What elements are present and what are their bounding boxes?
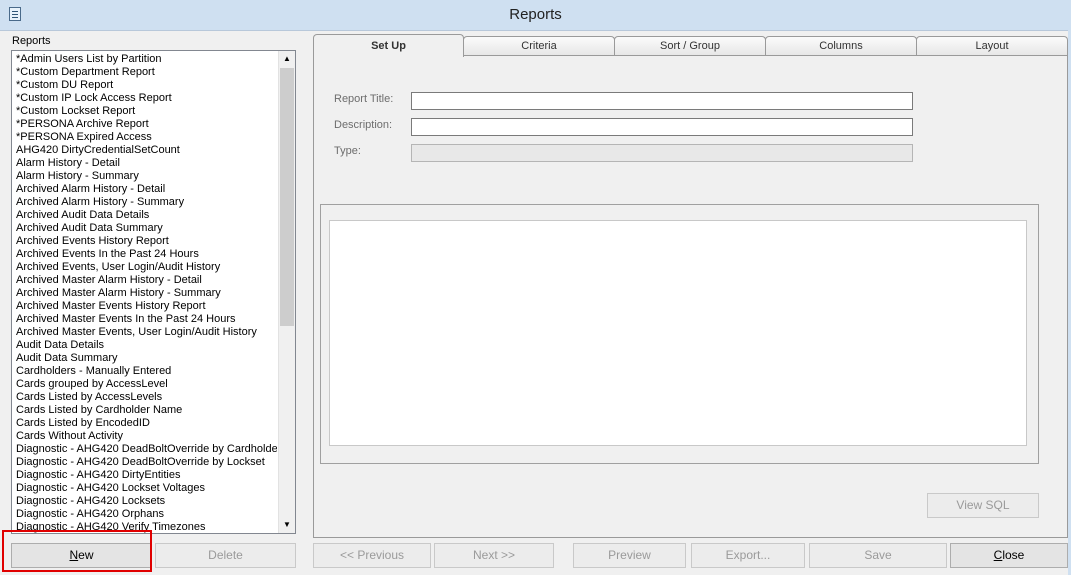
reports-scrollbar[interactable]: ▲ ▼ xyxy=(278,51,295,533)
next-button[interactable]: Next >> xyxy=(434,543,554,568)
report-list-item[interactable]: Archived Master Events History Report xyxy=(16,300,277,313)
report-list-item[interactable]: Diagnostic - AHG420 DeadBoltOverride by … xyxy=(16,456,277,469)
close-button[interactable]: Close xyxy=(950,543,1068,568)
report-list-item[interactable]: *PERSONA Expired Access xyxy=(16,131,277,144)
export-button[interactable]: Export... xyxy=(691,543,805,568)
report-list-item[interactable]: Archived Events In the Past 24 Hours xyxy=(16,248,277,261)
reports-label: Reports xyxy=(12,35,51,47)
description-label: Description: xyxy=(334,119,393,131)
report-list-item[interactable]: *Custom IP Lock Access Report xyxy=(16,92,277,105)
save-button[interactable]: Save xyxy=(809,543,947,568)
tab-layout[interactable]: Layout xyxy=(916,36,1068,56)
report-title-field[interactable] xyxy=(411,92,913,110)
report-list-item[interactable]: *Custom Lockset Report xyxy=(16,105,277,118)
report-list-item[interactable]: Archived Alarm History - Summary xyxy=(16,196,277,209)
preview-button[interactable]: Preview xyxy=(573,543,686,568)
report-list-item[interactable]: Audit Data Details xyxy=(16,339,277,352)
report-list-item[interactable]: Cardholders - Manually Entered xyxy=(16,365,277,378)
report-list-item[interactable]: *Custom Department Report xyxy=(16,66,277,79)
window-title: Reports xyxy=(509,6,562,23)
report-list-item[interactable]: *PERSONA Archive Report xyxy=(16,118,277,131)
report-list-item[interactable]: Archived Events, User Login/Audit Histor… xyxy=(16,261,277,274)
report-list-item[interactable]: Alarm History - Summary xyxy=(16,170,277,183)
new-button-highlight xyxy=(2,530,152,572)
report-list-item[interactable]: Cards Listed by AccessLevels xyxy=(16,391,277,404)
report-list-item[interactable]: AHG420 DirtyCredentialSetCount xyxy=(16,144,277,157)
report-list-item[interactable]: Cards grouped by AccessLevel xyxy=(16,378,277,391)
delete-button[interactable]: Delete xyxy=(155,543,296,568)
report-list-item[interactable]: Diagnostic - AHG420 DeadBoltOverride by … xyxy=(16,443,277,456)
report-list-item[interactable]: Archived Master Alarm History - Summary xyxy=(16,287,277,300)
type-field xyxy=(411,144,913,162)
scroll-up-arrow-icon[interactable]: ▲ xyxy=(279,51,295,67)
tab-bar: Set Up Criteria Sort / Group Columns Lay… xyxy=(313,34,1068,57)
report-list-item[interactable]: Cards Without Activity xyxy=(16,430,277,443)
report-list-item[interactable]: Archived Audit Data Summary xyxy=(16,222,277,235)
report-list-item[interactable]: *Custom DU Report xyxy=(16,79,277,92)
scroll-down-arrow-icon[interactable]: ▼ xyxy=(279,517,295,533)
report-list-item[interactable]: Archived Master Events In the Past 24 Ho… xyxy=(16,313,277,326)
report-list-item[interactable]: Diagnostic - AHG420 Lockset Voltages xyxy=(16,482,277,495)
report-list-item[interactable]: Diagnostic - AHG420 Orphans xyxy=(16,508,277,521)
report-list-item[interactable]: Archived Events History Report xyxy=(16,235,277,248)
report-list-item[interactable]: Audit Data Summary xyxy=(16,352,277,365)
report-list-item[interactable]: Cards Listed by EncodedID xyxy=(16,417,277,430)
scroll-thumb[interactable] xyxy=(280,68,294,326)
reports-listbox[interactable]: *Admin Users List by Partition *Custom De… xyxy=(11,50,296,534)
reports-list: *Admin Users List by Partition *Custom De… xyxy=(16,53,277,533)
title-bar: Reports xyxy=(0,0,1071,31)
report-title-label: Report Title: xyxy=(334,93,394,105)
report-list-item[interactable]: Cards Listed by Cardholder Name xyxy=(16,404,277,417)
view-sql-button[interactable]: View SQL xyxy=(927,493,1039,518)
report-list-item[interactable]: Diagnostic - AHG420 Locksets xyxy=(16,495,277,508)
report-list-item[interactable]: Archived Master Events, User Login/Audit… xyxy=(16,326,277,339)
previous-button[interactable]: << Previous xyxy=(313,543,431,568)
tab-sort-group[interactable]: Sort / Group xyxy=(614,36,766,56)
report-list-item[interactable]: Alarm History - Detail xyxy=(16,157,277,170)
sql-text-area[interactable] xyxy=(329,220,1027,446)
report-list-item[interactable]: Diagnostic - AHG420 DirtyEntities xyxy=(16,469,277,482)
tab-criteria[interactable]: Criteria xyxy=(463,36,615,56)
report-list-item[interactable]: *Admin Users List by Partition xyxy=(16,53,277,66)
description-field[interactable] xyxy=(411,118,913,136)
report-list-item[interactable]: Archived Alarm History - Detail xyxy=(16,183,277,196)
type-label: Type: xyxy=(334,145,361,157)
tab-columns[interactable]: Columns xyxy=(765,36,917,56)
tab-set-up[interactable]: Set Up xyxy=(313,34,464,57)
report-list-item[interactable]: Archived Audit Data Details xyxy=(16,209,277,222)
report-list-item[interactable]: Archived Master Alarm History - Detail xyxy=(16,274,277,287)
